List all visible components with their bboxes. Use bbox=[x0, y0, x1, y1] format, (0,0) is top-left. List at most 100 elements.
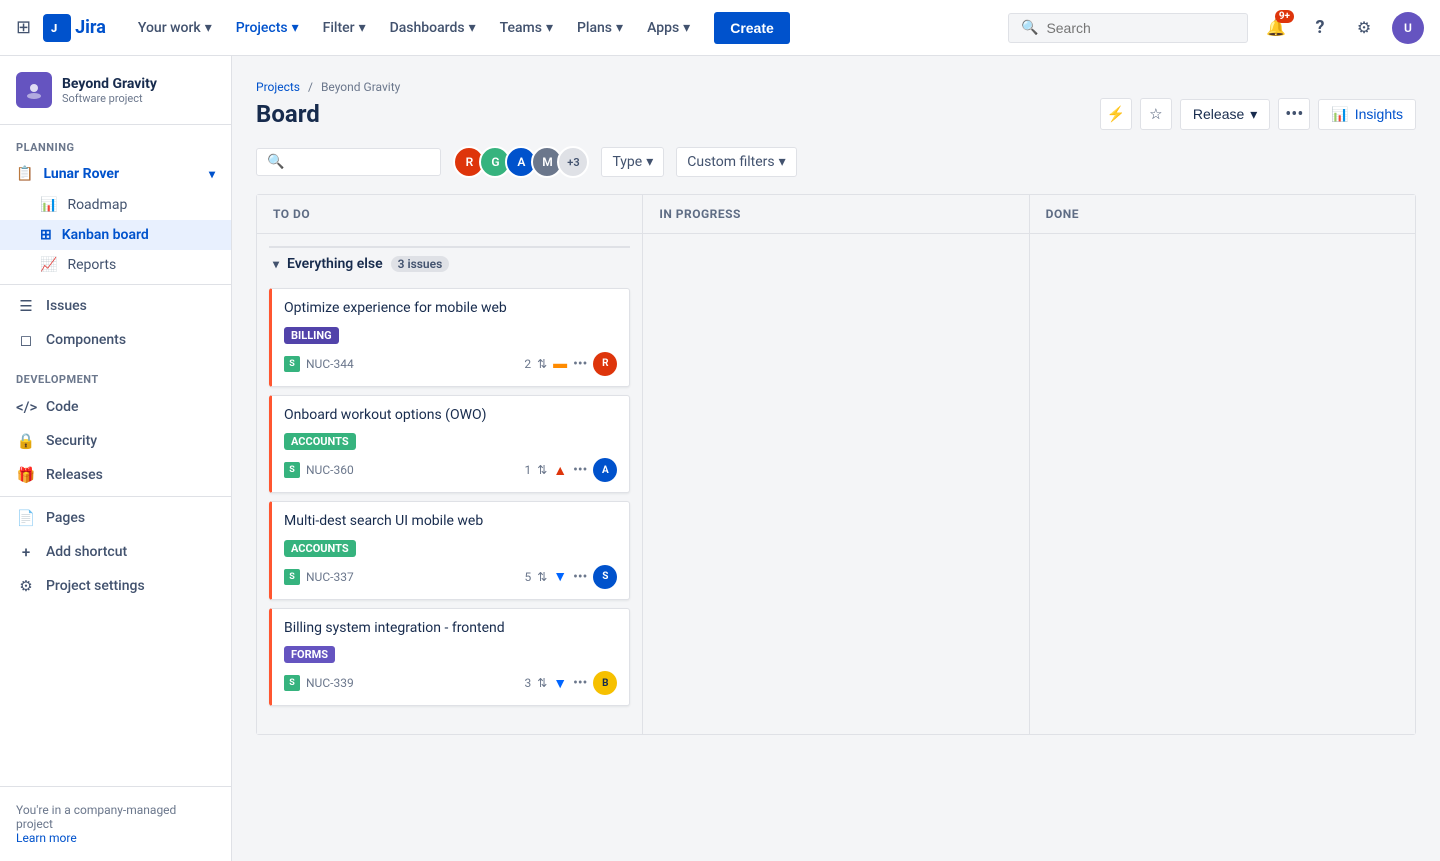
gear-icon: ⚙ bbox=[1357, 18, 1371, 37]
grid-icon[interactable]: ⊞ bbox=[16, 17, 31, 38]
custom-filters-button[interactable]: Custom filters ▾ bbox=[676, 147, 796, 177]
column-inprogress: IN PROGRESS bbox=[643, 195, 1029, 734]
insights-button[interactable]: 📊 Insights bbox=[1318, 99, 1416, 130]
nav-dashboards[interactable]: Dashboards ▾ bbox=[382, 16, 484, 40]
card-more-icon[interactable]: ••• bbox=[573, 675, 587, 691]
chevron-down-icon: ▾ bbox=[209, 167, 215, 181]
main-content: Projects / Beyond Gravity Board ⚡ ☆ Rele… bbox=[232, 0, 1440, 861]
components-icon: ◻ bbox=[16, 331, 36, 349]
help-button[interactable]: ? bbox=[1304, 12, 1336, 44]
card-story-points: 2 bbox=[524, 357, 531, 371]
sort-icon: ⇅ bbox=[537, 357, 547, 371]
sidebar-item-components[interactable]: ◻ Components bbox=[0, 323, 231, 357]
kanban-label: Kanban board bbox=[62, 227, 149, 243]
card-nuc-337[interactable]: Multi-dest search UI mobile web ACCOUNTS… bbox=[269, 501, 630, 600]
board-search-input[interactable] bbox=[290, 154, 430, 170]
sidebar-item-code[interactable]: </> Code bbox=[0, 390, 231, 424]
group-chevron-icon[interactable]: ▾ bbox=[273, 257, 279, 271]
card-nuc-344[interactable]: Optimize experience for mobile web BILLI… bbox=[269, 288, 630, 387]
card-assignee-avatar[interactable]: B bbox=[593, 671, 617, 695]
card-nuc-360[interactable]: Onboard workout options (OWO) ACCOUNTS S… bbox=[269, 395, 630, 494]
release-button[interactable]: Release ▾ bbox=[1180, 99, 1270, 130]
custom-filters-chevron-icon: ▾ bbox=[779, 154, 786, 170]
card-more-icon[interactable]: ••• bbox=[573, 569, 587, 585]
breadcrumb-projects-link[interactable]: Projects bbox=[256, 80, 300, 94]
breadcrumb-current: Beyond Gravity bbox=[321, 80, 400, 94]
sidebar-item-project-settings[interactable]: ⚙ Project settings bbox=[0, 569, 231, 603]
card-tag-billing: BILLING bbox=[284, 327, 339, 344]
svg-text:J: J bbox=[51, 22, 57, 35]
project-type: Software project bbox=[62, 92, 215, 105]
nav-plans[interactable]: Plans ▾ bbox=[569, 16, 631, 40]
code-label: Code bbox=[46, 399, 78, 415]
releases-icon: 🎁 bbox=[16, 466, 36, 484]
more-options-button[interactable]: ••• bbox=[1278, 98, 1310, 130]
notifications-button[interactable]: 🔔 9+ bbox=[1260, 12, 1292, 44]
more-icon: ••• bbox=[1285, 104, 1303, 125]
nav-your-work[interactable]: Your work ▾ bbox=[130, 16, 220, 40]
card-tag-accounts: ACCOUNTS bbox=[284, 540, 356, 557]
sidebar-item-kanban-board[interactable]: ⊞ Kanban board bbox=[0, 220, 231, 250]
jira-logo[interactable]: J Jira bbox=[43, 14, 106, 42]
sidebar-item-add-shortcut[interactable]: + Add shortcut bbox=[0, 535, 231, 569]
lock-icon: 🔒 bbox=[16, 432, 36, 450]
card-more-icon[interactable]: ••• bbox=[573, 462, 587, 478]
search-input[interactable] bbox=[1046, 20, 1235, 36]
column-todo-body: ▾ Everything else 3 issues Optimize expe… bbox=[257, 234, 642, 734]
sort-icon: ⇅ bbox=[537, 676, 547, 690]
nav-apps[interactable]: Apps ▾ bbox=[639, 16, 698, 40]
type-filter-button[interactable]: Type ▾ bbox=[601, 147, 664, 177]
sort-icon: ⇅ bbox=[537, 570, 547, 584]
project-icon bbox=[16, 72, 52, 108]
card-title: Optimize experience for mobile web bbox=[284, 299, 617, 319]
nav-filter[interactable]: Filter ▾ bbox=[315, 16, 374, 40]
sidebar-item-pages[interactable]: 📄 Pages bbox=[0, 501, 231, 535]
notification-badge: 9+ bbox=[1275, 10, 1294, 23]
priority-low-icon: ▼ bbox=[553, 675, 567, 692]
search-box[interactable]: 🔍 bbox=[1008, 13, 1248, 43]
card-assignee-avatar[interactable]: S bbox=[593, 565, 617, 589]
release-label: Release bbox=[1193, 106, 1244, 122]
sidebar-item-reports[interactable]: 📈 Reports bbox=[0, 250, 231, 280]
code-icon: </> bbox=[16, 398, 36, 416]
sidebar-item-issues[interactable]: ☰ Issues bbox=[0, 289, 231, 323]
insights-label: Insights bbox=[1355, 106, 1403, 122]
top-navigation: ⊞ J Jira Your work ▾ Projects ▾ Filter ▾… bbox=[0, 0, 1440, 56]
avatar-extra-count[interactable]: +3 bbox=[557, 146, 589, 178]
nav-teams[interactable]: Teams ▾ bbox=[492, 16, 561, 40]
sidebar-item-lunar-rover[interactable]: 📋 Lunar Rover ▾ bbox=[0, 158, 231, 190]
card-issue-id: NUC-360 bbox=[306, 463, 518, 477]
card-issue-id: NUC-339 bbox=[306, 676, 518, 690]
card-assignee-avatar[interactable]: A bbox=[593, 458, 617, 482]
card-story-points: 3 bbox=[524, 676, 531, 690]
user-avatar[interactable]: U bbox=[1392, 12, 1424, 44]
sidebar-item-releases[interactable]: 🎁 Releases bbox=[0, 458, 231, 492]
card-title: Billing system integration - frontend bbox=[284, 619, 617, 639]
card-more-icon[interactable]: ••• bbox=[573, 356, 587, 372]
priority-low-icon: ▼ bbox=[553, 568, 567, 585]
card-footer: S NUC-339 3 ⇅ ▼ ••• B bbox=[284, 671, 617, 695]
card-assignee-avatar[interactable]: R bbox=[593, 352, 617, 376]
group-name: Everything else bbox=[287, 256, 383, 272]
kanban-icon: ⊞ bbox=[40, 227, 52, 243]
project-header: Beyond Gravity Software project bbox=[0, 56, 231, 125]
planning-section-label: PLANNING bbox=[0, 125, 231, 158]
development-section-label: DEVELOPMENT bbox=[0, 357, 231, 390]
story-icon: S bbox=[284, 462, 300, 478]
sidebar-item-roadmap[interactable]: 📊 Roadmap bbox=[0, 190, 231, 220]
card-nuc-339[interactable]: Billing system integration - frontend FO… bbox=[269, 608, 630, 707]
board-search-box[interactable]: 🔍 bbox=[256, 148, 441, 176]
card-story-points: 5 bbox=[524, 570, 531, 584]
help-icon: ? bbox=[1316, 17, 1325, 38]
priority-icon: ▬ bbox=[553, 355, 567, 372]
card-footer: S NUC-360 1 ⇅ ▲ ••• A bbox=[284, 458, 617, 482]
lightning-button[interactable]: ⚡ bbox=[1100, 98, 1132, 130]
create-button[interactable]: Create bbox=[714, 12, 790, 44]
settings-button[interactable]: ⚙ bbox=[1348, 12, 1380, 44]
sidebar-item-security[interactable]: 🔒 Security bbox=[0, 424, 231, 458]
star-button[interactable]: ☆ bbox=[1140, 98, 1172, 130]
story-icon: S bbox=[284, 569, 300, 585]
nav-projects[interactable]: Projects ▾ bbox=[228, 16, 307, 40]
card-meta: 5 ⇅ ▼ ••• S bbox=[524, 565, 617, 589]
learn-more-link[interactable]: Learn more bbox=[16, 831, 77, 845]
